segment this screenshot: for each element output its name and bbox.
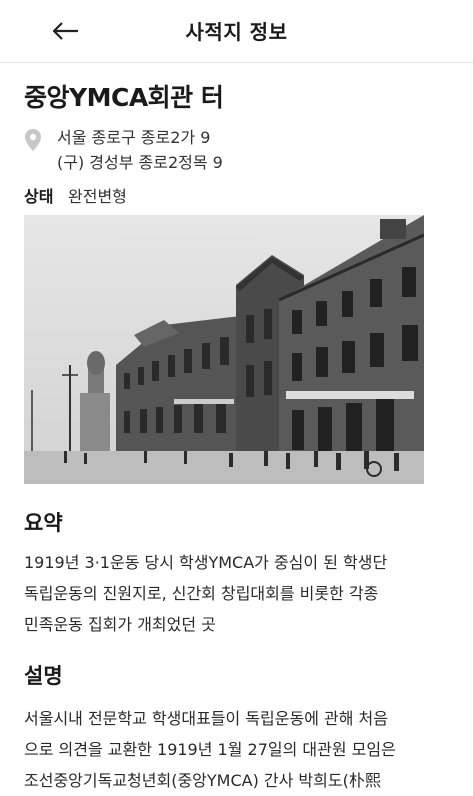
map-pin-icon bbox=[25, 129, 41, 151]
place-name: 중앙YMCA회관 터 bbox=[24, 83, 224, 112]
summary-line: 민족운동 집회가 개최었던 곳 bbox=[24, 615, 216, 634]
description-line: 조선중앙기독교청년회(중앙YMCA) 간사 박희도(朴熙 bbox=[24, 771, 381, 790]
address-old: (구) 경성부 종로2정목 9 bbox=[57, 153, 223, 172]
page-title: 사적지 정보 bbox=[185, 20, 288, 44]
description-line: 서울시내 전문학교 학생대표들이 독립운동에 관해 처음 bbox=[24, 709, 388, 728]
description-text: 서울시내 전문학교 학생대표들이 독립운동에 관해 처음 으로 의견을 교환한 … bbox=[24, 703, 456, 796]
historic-photo[interactable] bbox=[24, 215, 424, 484]
summary-line: 독립운동의 진원지로, 신간회 창립대회를 비롯한 각종 bbox=[24, 584, 379, 603]
description-line: 으로 의견을 교환한 1919년 1월 27일의 대관원 모임은 bbox=[24, 740, 396, 759]
app-header: 사적지 정보 bbox=[0, 0, 473, 63]
summary-text: 1919년 3·1운동 당시 학생YMCA가 중심이 된 학생단 독립운동의 진… bbox=[24, 547, 456, 640]
summary-title: 요약 bbox=[24, 511, 63, 535]
status-value: 완전변형 bbox=[68, 187, 127, 206]
summary-line: 1919년 3·1운동 당시 학생YMCA가 중심이 된 학생단 bbox=[24, 553, 388, 572]
address-current: 서울 종로구 종로2가 9 bbox=[57, 128, 211, 147]
status-label: 상태 bbox=[24, 187, 54, 206]
description-title: 설명 bbox=[24, 664, 63, 688]
